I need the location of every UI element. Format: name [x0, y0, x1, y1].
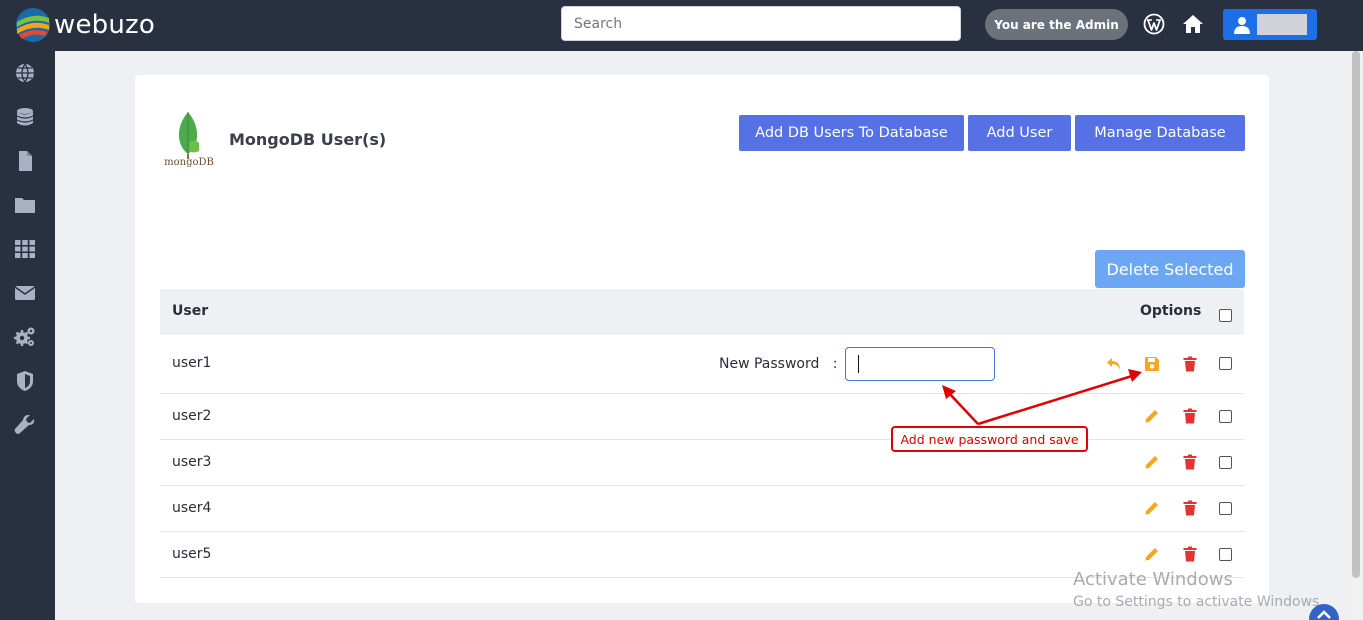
- user-menu-button[interactable]: [1223, 9, 1317, 40]
- delete-icon[interactable]: [1182, 546, 1198, 562]
- gears-icon: [14, 327, 35, 346]
- chevron-up-icon: [1317, 610, 1331, 619]
- table-row: user4: [160, 486, 1244, 532]
- column-header-options: Options: [1140, 303, 1202, 319]
- row-checkbox[interactable]: [1219, 502, 1232, 515]
- globe-icon: [16, 63, 34, 83]
- delete-icon[interactable]: [1182, 408, 1198, 424]
- sidebar-item-tools[interactable]: [14, 414, 36, 436]
- activate-windows-subtitle: Go to Settings to activate Windows.: [1073, 594, 1324, 610]
- sidebar-item-domains[interactable]: [14, 62, 36, 84]
- add-user-button[interactable]: Add User: [968, 115, 1071, 151]
- search-input[interactable]: [561, 6, 961, 41]
- select-all-checkbox[interactable]: [1219, 309, 1232, 322]
- shield-icon: [17, 371, 33, 391]
- manage-database-button[interactable]: Manage Database: [1075, 115, 1245, 151]
- user-name: user2: [172, 408, 212, 424]
- sidebar-item-security[interactable]: [14, 370, 36, 392]
- webuzo-logo-icon: [16, 8, 50, 42]
- table-row: user1: [160, 335, 1244, 394]
- home-icon[interactable]: [1181, 12, 1205, 36]
- mongodb-logo: mongoDB: [164, 112, 214, 168]
- wordpress-icon[interactable]: [1143, 13, 1165, 35]
- webuzo-logo-text: webuzo: [54, 10, 155, 40]
- folder-icon: [15, 198, 35, 213]
- edit-pencil-icon[interactable]: [1144, 500, 1160, 516]
- sidebar-item-databases[interactable]: [14, 106, 36, 128]
- page-title: MongoDB User(s): [229, 130, 387, 149]
- edit-pencil-icon[interactable]: [1144, 408, 1160, 424]
- new-password-input[interactable]: [845, 347, 995, 381]
- delete-selected-button[interactable]: Delete Selected: [1095, 250, 1245, 288]
- edit-pencil-icon[interactable]: [1144, 454, 1160, 470]
- sidebar-item-apps[interactable]: [14, 238, 36, 260]
- new-password-label: New Password :: [719, 356, 838, 372]
- sidebar-item-files[interactable]: [14, 150, 36, 172]
- undo-icon[interactable]: [1106, 356, 1122, 372]
- save-icon[interactable]: [1144, 356, 1160, 372]
- delete-icon[interactable]: [1182, 500, 1198, 516]
- delete-icon[interactable]: [1182, 356, 1198, 372]
- wrench-icon: [14, 414, 35, 434]
- apps-grid-icon: [15, 240, 35, 258]
- file-icon: [19, 151, 32, 171]
- table-header: User Options: [160, 289, 1244, 335]
- scrollbar-thumb[interactable]: [1352, 51, 1360, 578]
- mail-icon: [14, 286, 36, 300]
- row-checkbox[interactable]: [1219, 410, 1232, 423]
- sidebar-item-folders[interactable]: [14, 194, 36, 216]
- user-name-redacted: [1257, 14, 1307, 35]
- add-db-users-to-database-button[interactable]: Add DB Users To Database: [739, 115, 964, 151]
- admin-badge[interactable]: You are the Admin: [985, 9, 1128, 40]
- column-header-user: User: [172, 303, 209, 319]
- page-scrollbar[interactable]: [1349, 51, 1363, 620]
- user-name: user3: [172, 454, 212, 470]
- row-checkbox[interactable]: [1219, 548, 1232, 561]
- sidebar: [0, 51, 55, 620]
- database-icon: [16, 108, 34, 126]
- user-name: user5: [172, 546, 212, 562]
- user-name: user1: [172, 355, 212, 371]
- sidebar-item-configuration[interactable]: [14, 326, 36, 348]
- row-checkbox[interactable]: [1219, 456, 1232, 469]
- annotation-callout: Add new password and save: [891, 426, 1088, 452]
- top-navbar: webuzo You are the Admin: [0, 0, 1363, 51]
- sidebar-item-email[interactable]: [14, 282, 36, 304]
- text-caret: [858, 355, 859, 373]
- user-name: user4: [172, 500, 212, 516]
- user-icon: [1234, 16, 1250, 34]
- edit-pencil-icon[interactable]: [1144, 546, 1160, 562]
- webuzo-logo[interactable]: webuzo: [14, 6, 155, 44]
- row-checkbox[interactable]: [1219, 357, 1232, 370]
- delete-icon[interactable]: [1182, 454, 1198, 470]
- activate-windows-title: Activate Windows: [1073, 569, 1233, 590]
- mongodb-logo-text: mongoDB: [164, 157, 214, 168]
